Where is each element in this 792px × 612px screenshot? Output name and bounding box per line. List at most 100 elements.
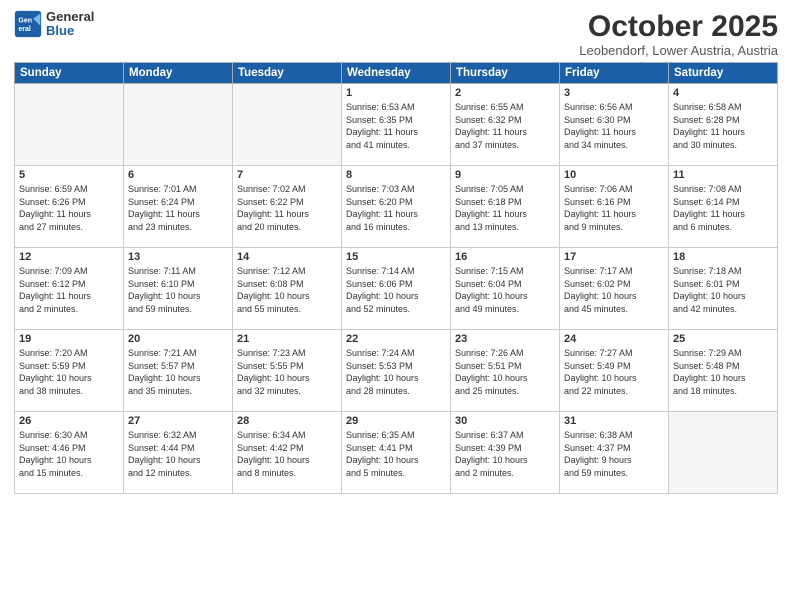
day-number: 22	[346, 333, 446, 345]
header-friday: Friday	[560, 63, 669, 84]
day-info: Sunrise: 7:02 AM Sunset: 6:22 PM Dayligh…	[237, 183, 337, 233]
table-row: 14 Sunrise: 7:12 AM Sunset: 6:08 PM Dayli…	[233, 248, 342, 330]
day-number: 23	[455, 333, 555, 345]
table-row: 25 Sunrise: 7:29 AM Sunset: 5:48 PM Dayli…	[669, 330, 778, 412]
logo-icon: Gen eral	[14, 10, 42, 38]
day-info: Sunrise: 6:35 AM Sunset: 4:41 PM Dayligh…	[346, 429, 446, 479]
day-info: Sunrise: 7:14 AM Sunset: 6:06 PM Dayligh…	[346, 265, 446, 315]
day-number: 13	[128, 251, 228, 263]
day-info: Sunrise: 7:23 AM Sunset: 5:55 PM Dayligh…	[237, 347, 337, 397]
day-number: 15	[346, 251, 446, 263]
day-info: Sunrise: 6:38 AM Sunset: 4:37 PM Dayligh…	[564, 429, 664, 479]
day-info: Sunrise: 7:01 AM Sunset: 6:24 PM Dayligh…	[128, 183, 228, 233]
table-row	[15, 84, 124, 166]
calendar-week-row: 5Sunrise: 6:59 AM Sunset: 6:26 PM Daylig…	[15, 166, 778, 248]
table-row: 27 Sunrise: 6:32 AM Sunset: 4:44 PM Dayli…	[124, 412, 233, 494]
table-row: 1Sunrise: 6:53 AM Sunset: 6:35 PM Daylig…	[342, 84, 451, 166]
day-number: 14	[237, 251, 337, 263]
day-number: 29	[346, 415, 446, 427]
day-number: 1	[346, 87, 446, 99]
table-row: 29 Sunrise: 6:35 AM Sunset: 4:41 PM Dayli…	[342, 412, 451, 494]
table-row: 28 Sunrise: 6:34 AM Sunset: 4:42 PM Dayli…	[233, 412, 342, 494]
table-row	[233, 84, 342, 166]
calendar-week-row: 1Sunrise: 6:53 AM Sunset: 6:35 PM Daylig…	[15, 84, 778, 166]
day-info: Sunrise: 7:20 AM Sunset: 5:59 PM Dayligh…	[19, 347, 119, 397]
table-row: 11Sunrise: 7:08 AM Sunset: 6:14 PM Dayli…	[669, 166, 778, 248]
day-number: 10	[564, 169, 664, 181]
table-row	[124, 84, 233, 166]
day-info: Sunrise: 7:18 AM Sunset: 6:01 PM Dayligh…	[673, 265, 773, 315]
table-row: 17Sunrise: 7:17 AM Sunset: 6:02 PM Dayli…	[560, 248, 669, 330]
day-number: 28	[237, 415, 337, 427]
logo-text: General Blue	[46, 10, 94, 39]
calendar-week-row: 12 Sunrise: 7:09 AM Sunset: 6:12 PM Dayli…	[15, 248, 778, 330]
header-wednesday: Wednesday	[342, 63, 451, 84]
day-number: 8	[346, 169, 446, 181]
weekday-header-row: Sunday Monday Tuesday Wednesday Thursday…	[15, 63, 778, 84]
table-row: 3Sunrise: 6:56 AM Sunset: 6:30 PM Daylig…	[560, 84, 669, 166]
day-number: 9	[455, 169, 555, 181]
day-info: Sunrise: 6:37 AM Sunset: 4:39 PM Dayligh…	[455, 429, 555, 479]
location-title: Leobendorf, Lower Austria, Austria	[579, 43, 778, 58]
calendar-week-row: 19 Sunrise: 7:20 AM Sunset: 5:59 PM Dayli…	[15, 330, 778, 412]
table-row: 8 Sunrise: 7:03 AM Sunset: 6:20 PM Daylig…	[342, 166, 451, 248]
table-row: 22 Sunrise: 7:24 AM Sunset: 5:53 PM Dayli…	[342, 330, 451, 412]
day-info: Sunrise: 7:17 AM Sunset: 6:02 PM Dayligh…	[564, 265, 664, 315]
table-row: 9 Sunrise: 7:05 AM Sunset: 6:18 PM Daylig…	[451, 166, 560, 248]
table-row: 16Sunrise: 7:15 AM Sunset: 6:04 PM Dayli…	[451, 248, 560, 330]
header-sunday: Sunday	[15, 63, 124, 84]
day-info: Sunrise: 6:55 AM Sunset: 6:32 PM Dayligh…	[455, 101, 555, 151]
day-info: Sunrise: 6:32 AM Sunset: 4:44 PM Dayligh…	[128, 429, 228, 479]
day-number: 24	[564, 333, 664, 345]
svg-text:Gen: Gen	[18, 18, 32, 25]
day-info: Sunrise: 7:15 AM Sunset: 6:04 PM Dayligh…	[455, 265, 555, 315]
day-info: Sunrise: 7:29 AM Sunset: 5:48 PM Dayligh…	[673, 347, 773, 397]
day-info: Sunrise: 6:34 AM Sunset: 4:42 PM Dayligh…	[237, 429, 337, 479]
day-number: 26	[19, 415, 119, 427]
day-info: Sunrise: 7:12 AM Sunset: 6:08 PM Dayligh…	[237, 265, 337, 315]
day-number: 4	[673, 87, 773, 99]
day-info: Sunrise: 7:03 AM Sunset: 6:20 PM Dayligh…	[346, 183, 446, 233]
day-info: Sunrise: 7:21 AM Sunset: 5:57 PM Dayligh…	[128, 347, 228, 397]
day-number: 27	[128, 415, 228, 427]
day-info: Sunrise: 7:08 AM Sunset: 6:14 PM Dayligh…	[673, 183, 773, 233]
table-row: 18Sunrise: 7:18 AM Sunset: 6:01 PM Dayli…	[669, 248, 778, 330]
day-number: 31	[564, 415, 664, 427]
title-block: October 2025 Leobendorf, Lower Austria, …	[579, 10, 778, 58]
table-row: 15 Sunrise: 7:14 AM Sunset: 6:06 PM Dayli…	[342, 248, 451, 330]
day-number: 7	[237, 169, 337, 181]
table-row: 30Sunrise: 6:37 AM Sunset: 4:39 PM Dayli…	[451, 412, 560, 494]
day-number: 20	[128, 333, 228, 345]
day-number: 21	[237, 333, 337, 345]
day-info: Sunrise: 6:30 AM Sunset: 4:46 PM Dayligh…	[19, 429, 119, 479]
table-row: 13 Sunrise: 7:11 AM Sunset: 6:10 PM Dayli…	[124, 248, 233, 330]
day-number: 3	[564, 87, 664, 99]
table-row: 21 Sunrise: 7:23 AM Sunset: 5:55 PM Dayli…	[233, 330, 342, 412]
page-container: Gen eral General Blue October 2025 Leobe…	[0, 0, 792, 500]
table-row: 10 Sunrise: 7:06 AM Sunset: 6:16 PM Dayli…	[560, 166, 669, 248]
day-info: Sunrise: 7:11 AM Sunset: 6:10 PM Dayligh…	[128, 265, 228, 315]
header-tuesday: Tuesday	[233, 63, 342, 84]
day-number: 25	[673, 333, 773, 345]
day-info: Sunrise: 7:09 AM Sunset: 6:12 PM Dayligh…	[19, 265, 119, 315]
svg-text:eral: eral	[18, 26, 31, 33]
header-row: Gen eral General Blue October 2025 Leobe…	[14, 10, 778, 58]
day-info: Sunrise: 7:05 AM Sunset: 6:18 PM Dayligh…	[455, 183, 555, 233]
day-number: 2	[455, 87, 555, 99]
day-number: 6	[128, 169, 228, 181]
header-saturday: Saturday	[669, 63, 778, 84]
table-row: 23Sunrise: 7:26 AM Sunset: 5:51 PM Dayli…	[451, 330, 560, 412]
day-info: Sunrise: 6:59 AM Sunset: 6:26 PM Dayligh…	[19, 183, 119, 233]
calendar-week-row: 26 Sunrise: 6:30 AM Sunset: 4:46 PM Dayli…	[15, 412, 778, 494]
day-info: Sunrise: 7:27 AM Sunset: 5:49 PM Dayligh…	[564, 347, 664, 397]
day-info: Sunrise: 7:24 AM Sunset: 5:53 PM Dayligh…	[346, 347, 446, 397]
table-row: 20 Sunrise: 7:21 AM Sunset: 5:57 PM Dayli…	[124, 330, 233, 412]
day-number: 19	[19, 333, 119, 345]
day-number: 12	[19, 251, 119, 263]
table-row: 4Sunrise: 6:58 AM Sunset: 6:28 PM Daylig…	[669, 84, 778, 166]
day-info: Sunrise: 7:06 AM Sunset: 6:16 PM Dayligh…	[564, 183, 664, 233]
header-monday: Monday	[124, 63, 233, 84]
table-row: 31 Sunrise: 6:38 AM Sunset: 4:37 PM Dayli…	[560, 412, 669, 494]
header-thursday: Thursday	[451, 63, 560, 84]
table-row: 24 Sunrise: 7:27 AM Sunset: 5:49 PM Dayli…	[560, 330, 669, 412]
